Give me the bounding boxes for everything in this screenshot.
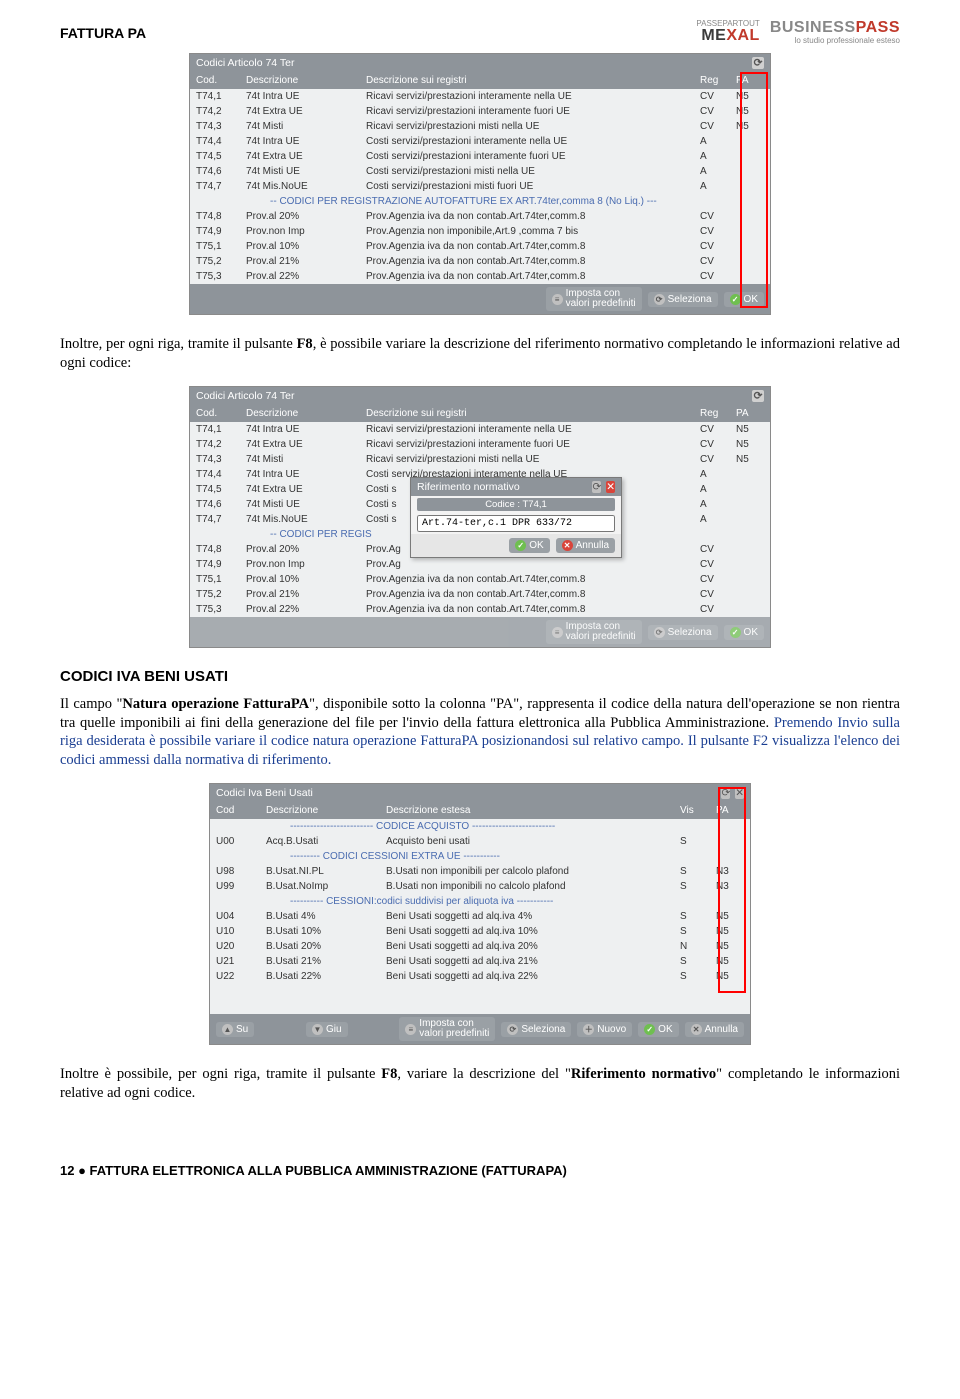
list-icon: ≡ (552, 627, 563, 638)
table-row[interactable]: U98B.Usat.NI.PLB.Usati non imponibili pe… (210, 864, 750, 879)
window-title: Codici Articolo 74 Ter (196, 57, 294, 69)
table-row[interactable]: T75,2Prov.al 21%Prov.Agenzia iva da non … (190, 254, 770, 269)
refresh-icon: ⟳ (654, 627, 665, 638)
refresh-icon[interactable]: ⟳ (721, 787, 730, 799)
check-icon: ✓ (515, 540, 526, 551)
ok-button[interactable]: ✓ OK (724, 292, 764, 307)
refresh-icon: ⟳ (507, 1024, 518, 1035)
plus-icon: ＋ (583, 1024, 594, 1035)
logo-group: PASSEPARTOUT MEXAL BUSINESSPASS lo studi… (696, 20, 900, 45)
table-section-row: --------- CODICI CESSIONI EXTRA UE -----… (210, 849, 750, 864)
list-icon: ≡ (552, 294, 563, 305)
close-icon: ✕ (691, 1024, 702, 1035)
refresh-icon[interactable]: ⟳ (592, 481, 601, 493)
table-row[interactable]: T74,274t Extra UERicavi servizi/prestazi… (190, 104, 770, 119)
table-row[interactable]: T74,774t Mis.NoUECosti servizi/prestazio… (190, 179, 770, 194)
table-codici-beni-usati: Codici Iva Beni Usati ⟳ ✕ Cod Descrizion… (209, 783, 751, 1045)
table-row[interactable]: U04B.Usati 4%Beni Usati soggetti ad alq.… (210, 909, 750, 924)
giu-button[interactable]: ▼ Giu (306, 1022, 348, 1037)
table-section-row: -- CODICI PER REGISTRAZIONE AUTOFATTURE … (190, 194, 770, 209)
col-header-cod: Cod. (196, 75, 246, 86)
close-icon: ✕ (562, 540, 573, 551)
refresh-icon[interactable]: ⟳ (752, 390, 764, 402)
table-row[interactable]: T75,1Prov.al 10%Prov.Agenzia iva da non … (190, 572, 770, 587)
col-header-descsu: Descrizione sui registri (366, 75, 700, 86)
col-header-desc: Descrizione (266, 805, 386, 816)
window-title: Codici Iva Beni Usati (216, 787, 313, 799)
table-row[interactable]: T74,274t Extra UERicavi servizi/prestazi… (190, 437, 770, 452)
col-header-pa: PA (736, 75, 764, 86)
dialog-annulla-button[interactable]: ✕ Annulla (556, 538, 615, 553)
table-codici-74ter-2: Codici Articolo 74 Ter ⟳ Cod. Descrizion… (189, 386, 771, 648)
close-icon[interactable]: ✕ (606, 481, 615, 493)
table-row[interactable]: T74,9Prov.non ImpProv.Agenzia non imponi… (190, 224, 770, 239)
table-row[interactable]: T74,174t Intra UERicavi servizi/prestazi… (190, 422, 770, 437)
col-header-pa: PA (716, 805, 744, 816)
col-header-est: Descrizione estesa (386, 805, 680, 816)
imposta-predefiniti-button[interactable]: ≡ Imposta convalori predefiniti (546, 287, 642, 311)
col-header-desc: Descrizione (246, 75, 366, 86)
ok-button[interactable]: ✓ OK (638, 1022, 678, 1037)
table-row[interactable]: T74,9Prov.non ImpProv.AgCV (190, 557, 770, 572)
seleziona-button[interactable]: ⟳ Seleziona (501, 1022, 571, 1037)
table-row[interactable]: T74,374t MistiRicavi servizi/prestazioni… (190, 119, 770, 134)
list-icon: ≡ (405, 1024, 416, 1035)
section-title-beni-usati: CODICI IVA BENI USATI (60, 668, 900, 685)
table-row[interactable]: U22B.Usati 22%Beni Usati soggetti ad alq… (210, 969, 750, 984)
imposta-predefiniti-button[interactable]: ≡ Imposta convalori predefiniti (399, 1017, 495, 1041)
col-header-cod: Cod (216, 805, 266, 816)
page-header: FATTURA PA PASSEPARTOUT MEXAL BUSINESSPA… (60, 20, 900, 45)
logo-mexal: PASSEPARTOUT MEXAL (696, 20, 759, 45)
arrow-up-icon: ▲ (222, 1024, 233, 1035)
logo-businesspass: BUSINESSPASS lo studio professionale est… (770, 20, 900, 45)
refresh-icon: ⟳ (654, 294, 665, 305)
check-icon: ✓ (644, 1024, 655, 1035)
window-title: Codici Articolo 74 Ter (196, 390, 294, 402)
refresh-icon[interactable]: ⟳ (752, 57, 764, 69)
page-footer: 12 ● FATTURA ELETTRONICA ALLA PUBBLICA A… (60, 1163, 900, 1178)
para-inoltre-f8-2: Inoltre è possibile, per ogni riga, tram… (60, 1065, 900, 1102)
su-button[interactable]: ▲ Su (216, 1022, 254, 1037)
table-row[interactable]: T74,674t Misti UECosti servizi/prestazio… (190, 164, 770, 179)
riferimento-normativo-dialog: Riferimento normativo ⟳ ✕ Codice : T74,1… (410, 477, 622, 558)
arrow-down-icon: ▼ (312, 1024, 323, 1035)
seleziona-button: ⟳ Seleziona (648, 625, 718, 640)
table-row[interactable]: T74,574t Extra UECosti servizi/prestazio… (190, 149, 770, 164)
dialog-title: Riferimento normativo (417, 481, 520, 493)
para-inoltre-f8: Inoltre, per ogni riga, tramite il pulsa… (60, 335, 900, 372)
table-row[interactable]: T75,3Prov.al 22%Prov.Agenzia iva da non … (190, 269, 770, 284)
table-codici-74ter-1: Codici Articolo 74 Ter ⟳ Cod. Descrizion… (189, 53, 771, 315)
table-row[interactable]: T74,8Prov.al 20%Prov.Agenzia iva da non … (190, 209, 770, 224)
table-row[interactable]: U10B.Usati 10%Beni Usati soggetti ad alq… (210, 924, 750, 939)
ok-button: ✓ OK (724, 625, 764, 640)
table-row[interactable]: U00Acq.B.UsatiAcquisto beni usatiS (210, 834, 750, 849)
col-header-reg: Reg (700, 75, 736, 86)
nuovo-button[interactable]: ＋ Nuovo (577, 1022, 632, 1037)
seleziona-button[interactable]: ⟳ Seleziona (648, 292, 718, 307)
riferimento-input[interactable] (417, 515, 615, 532)
table-row[interactable]: U21B.Usati 21%Beni Usati soggetti ad alq… (210, 954, 750, 969)
table-row[interactable]: T74,174t Intra UERicavi servizi/prestazi… (190, 89, 770, 104)
para-natura-operazione: Il campo "Natura operazione FatturaPA", … (60, 695, 900, 769)
annulla-button[interactable]: ✕ Annulla (685, 1022, 744, 1037)
codice-label: Codice : T74,1 (417, 498, 615, 511)
table-section-row: ---------- CESSIONI:codici suddivisi per… (210, 894, 750, 909)
check-icon: ✓ (730, 627, 741, 638)
table-section-row: ------------------------- CODICE ACQUIST… (210, 819, 750, 834)
table-row[interactable]: T75,1Prov.al 10%Prov.Agenzia iva da non … (190, 239, 770, 254)
table-row[interactable]: T75,2Prov.al 21%Prov.Agenzia iva da non … (190, 587, 770, 602)
table-row[interactable]: U99B.Usat.NoImpB.Usati non imponibili no… (210, 879, 750, 894)
page-title: FATTURA PA (60, 25, 146, 41)
close-icon[interactable]: ✕ (735, 787, 744, 799)
table-row[interactable]: T74,474t Intra UECosti servizi/prestazio… (190, 134, 770, 149)
table-row[interactable]: U20B.Usati 20%Beni Usati soggetti ad alq… (210, 939, 750, 954)
imposta-predefiniti-button: ≡ Imposta convalori predefiniti (546, 620, 642, 644)
dialog-ok-button[interactable]: ✓ OK (509, 538, 549, 553)
table-row[interactable]: T74,374t MistiRicavi servizi/prestazioni… (190, 452, 770, 467)
col-header-vis: Vis (680, 805, 716, 816)
check-icon: ✓ (730, 294, 741, 305)
table-row[interactable]: T75,3Prov.al 22%Prov.Agenzia iva da non … (190, 602, 770, 617)
